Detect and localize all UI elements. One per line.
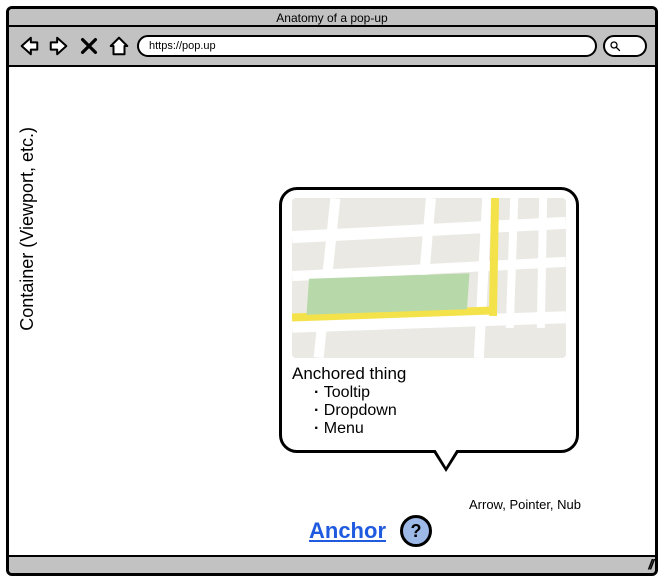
viewport-content: Container (Viewport, etc.) Anchored thin…: [9, 67, 655, 555]
status-bar: //: [9, 555, 655, 573]
home-icon[interactable]: [107, 34, 131, 58]
anchor-link[interactable]: Anchor: [309, 518, 386, 544]
window-title-text: Anatomy of a pop-up: [276, 11, 387, 25]
search-icon: [609, 40, 621, 52]
back-icon[interactable]: [17, 34, 41, 58]
url-text: https://pop.up: [149, 37, 216, 55]
url-input[interactable]: https://pop.up: [137, 35, 597, 57]
popup-heading: Anchored thing: [292, 364, 566, 384]
list-item: Dropdown: [314, 402, 566, 420]
map-image: [292, 198, 566, 358]
browser-window: Anatomy of a pop-up https://pop.up Conta…: [6, 6, 658, 576]
stop-icon[interactable]: [77, 34, 101, 58]
anchor-row: Anchor ?: [309, 515, 432, 547]
help-icon-text: ?: [411, 521, 422, 542]
help-icon[interactable]: ?: [400, 515, 432, 547]
list-item: Menu: [314, 420, 566, 438]
resize-grip-icon[interactable]: //: [648, 556, 652, 572]
arrow-label: Arrow, Pointer, Nub: [469, 497, 581, 512]
list-item: Tooltip: [314, 384, 566, 402]
search-button[interactable]: [603, 35, 647, 57]
popup-list: Tooltip Dropdown Menu: [292, 384, 566, 438]
forward-icon[interactable]: [47, 34, 71, 58]
popup: Anchored thing Tooltip Dropdown Menu: [279, 187, 579, 453]
browser-toolbar: https://pop.up: [9, 27, 655, 67]
window-title: Anatomy of a pop-up: [9, 9, 655, 27]
container-label: Container (Viewport, etc.): [17, 127, 38, 331]
